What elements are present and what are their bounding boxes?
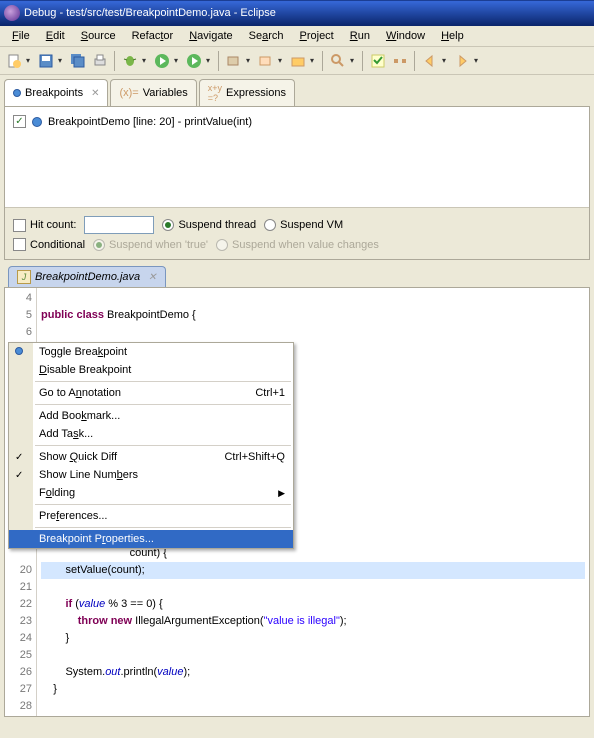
breakpoints-view: ✓ BreakpointDemo [line: 20] - printValue… xyxy=(4,106,590,260)
titlebar: Debug - test/src/test/BreakpointDemo.jav… xyxy=(0,0,594,26)
breakpoint-list: ✓ BreakpointDemo [line: 20] - printValue… xyxy=(5,107,589,207)
dropdown-icon[interactable]: ▾ xyxy=(142,56,150,65)
close-icon[interactable]: ✕ xyxy=(148,272,156,283)
dropdown-icon[interactable]: ▾ xyxy=(442,56,450,65)
search-icon[interactable] xyxy=(328,51,348,71)
print-icon[interactable] xyxy=(90,51,110,71)
suspend-thread-radio[interactable]: Suspend thread xyxy=(162,219,256,231)
menu-search[interactable]: Search xyxy=(241,28,292,44)
hit-count-check[interactable]: ✓Hit count: xyxy=(13,219,76,232)
expressions-icon: x+y=? xyxy=(208,83,222,103)
dropdown-icon[interactable]: ▾ xyxy=(26,56,34,65)
run-icon[interactable] xyxy=(152,51,172,71)
dropdown-icon[interactable]: ▾ xyxy=(474,56,482,65)
new-package-icon[interactable] xyxy=(224,51,244,71)
menu-edit[interactable]: Edit xyxy=(38,28,73,44)
dropdown-icon[interactable]: ▾ xyxy=(310,56,318,65)
ctx-breakpoint-properties[interactable]: Breakpoint Properties... xyxy=(9,530,293,548)
breakpoints-icon xyxy=(13,89,21,97)
ctx-go-annotation[interactable]: Go to AnnotationCtrl+1 xyxy=(9,384,293,402)
save-icon[interactable] xyxy=(36,51,56,71)
tab-label: Variables xyxy=(143,87,188,99)
menu-refactor[interactable]: Refactor xyxy=(124,28,182,44)
dropdown-icon[interactable]: ▾ xyxy=(278,56,286,65)
variables-icon: (x)= xyxy=(119,87,138,99)
tab-label: Expressions xyxy=(226,87,286,99)
submenu-arrow-icon: ▶ xyxy=(278,488,285,499)
menu-source[interactable]: Source xyxy=(73,28,124,44)
new-icon[interactable] xyxy=(4,51,24,71)
ctx-line-numbers[interactable]: ✓Show Line Numbers xyxy=(9,466,293,484)
save-all-icon[interactable] xyxy=(68,51,88,71)
new-class-icon[interactable] xyxy=(256,51,276,71)
dropdown-icon[interactable]: ▾ xyxy=(350,56,358,65)
ctx-disable-breakpoint[interactable]: Disable Breakpoint xyxy=(9,361,293,379)
window-title: Debug - test/src/test/BreakpointDemo.jav… xyxy=(24,7,276,19)
toolbar: ▾ ▾ ▾ ▾ ▾ ▾ ▾ ▾ ▾ ▾ ▾ xyxy=(0,47,594,75)
ctx-add-task[interactable]: Add Task... xyxy=(9,425,293,443)
breakpoint-icon xyxy=(32,117,42,127)
conditional-check[interactable]: ✓Conditional xyxy=(13,238,85,251)
context-menu: Toggle Breakpoint Disable Breakpoint Go … xyxy=(8,342,294,549)
breakpoint-label: BreakpointDemo [line: 20] - printValue(i… xyxy=(48,116,252,128)
java-file-icon: J xyxy=(17,270,31,284)
toggle-breadcrumb-icon[interactable] xyxy=(390,51,410,71)
tab-expressions[interactable]: x+y=? Expressions xyxy=(199,79,295,106)
toggle-mark-icon[interactable] xyxy=(368,51,388,71)
debug-icon[interactable] xyxy=(120,51,140,71)
menu-navigate[interactable]: Navigate xyxy=(181,28,240,44)
editor-tab-label: BreakpointDemo.java xyxy=(35,271,140,283)
back-icon[interactable] xyxy=(420,51,440,71)
tab-label: Breakpoints xyxy=(25,87,83,99)
menubar: File Edit Source Refactor Navigate Searc… xyxy=(0,26,594,47)
dropdown-icon[interactable]: ▾ xyxy=(206,56,214,65)
menu-window[interactable]: Window xyxy=(378,28,433,44)
tab-breakpoints[interactable]: Breakpoints ✕ xyxy=(4,79,108,106)
ctx-folding[interactable]: Folding▶ xyxy=(9,484,293,502)
suspend-vm-radio[interactable]: Suspend VM xyxy=(264,219,343,231)
breakpoint-item[interactable]: ✓ BreakpointDemo [line: 20] - printValue… xyxy=(11,113,583,130)
menu-help[interactable]: Help xyxy=(433,28,472,44)
hit-count-label: Hit count: xyxy=(30,219,76,231)
forward-icon[interactable] xyxy=(452,51,472,71)
suspend-changes-radio: Suspend when value changes xyxy=(216,239,379,251)
ctx-toggle-breakpoint[interactable]: Toggle Breakpoint xyxy=(9,343,293,361)
close-icon[interactable]: ✕ xyxy=(91,88,99,99)
view-tabs: Breakpoints ✕ (x)= Variables x+y=? Expre… xyxy=(0,75,594,106)
ctx-add-bookmark[interactable]: Add Bookmark... xyxy=(9,407,293,425)
ctx-preferences[interactable]: Preferences... xyxy=(9,507,293,525)
menu-project[interactable]: Project xyxy=(292,28,342,44)
menu-file[interactable]: File xyxy=(4,28,38,44)
checkbox[interactable]: ✓ xyxy=(13,115,26,128)
conditional-label: Conditional xyxy=(30,239,85,251)
ctx-quick-diff[interactable]: ✓Show Quick DiffCtrl+Shift+Q xyxy=(9,448,293,466)
breakpoint-options: ✓Hit count: Suspend thread Suspend VM ✓C… xyxy=(5,207,589,259)
hit-count-input[interactable] xyxy=(84,216,154,234)
dropdown-icon[interactable]: ▾ xyxy=(246,56,254,65)
tab-variables[interactable]: (x)= Variables xyxy=(110,79,196,106)
editor-tab[interactable]: J BreakpointDemo.java ✕ xyxy=(8,266,166,287)
eclipse-icon xyxy=(4,5,20,21)
menu-run[interactable]: Run xyxy=(342,28,378,44)
dropdown-icon[interactable]: ▾ xyxy=(174,56,182,65)
suspend-true-radio: Suspend when 'true' xyxy=(93,239,208,251)
editor-tabs: J BreakpointDemo.java ✕ xyxy=(0,260,594,287)
run-last-icon[interactable] xyxy=(184,51,204,71)
dropdown-icon[interactable]: ▾ xyxy=(58,56,66,65)
open-type-icon[interactable] xyxy=(288,51,308,71)
